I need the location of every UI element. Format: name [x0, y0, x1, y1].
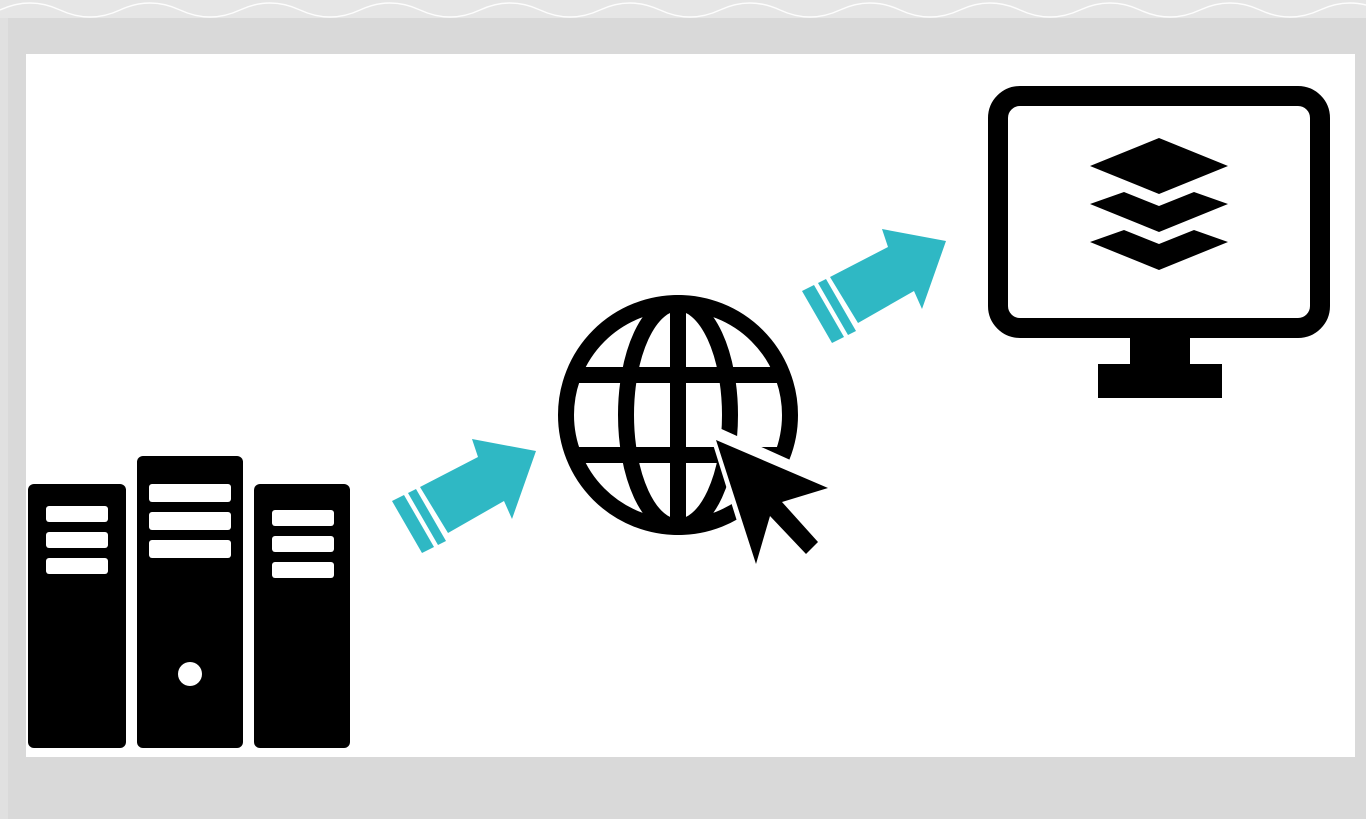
server-rack-icon: [26, 454, 356, 754]
top-decorative-pattern: [0, 0, 1366, 18]
slide-canvas: [26, 54, 1355, 757]
left-edge-strip: [0, 18, 8, 819]
arrow-icon: [796, 219, 956, 349]
monitor-layers-icon: [988, 86, 1333, 401]
arrow-icon: [386, 429, 546, 559]
